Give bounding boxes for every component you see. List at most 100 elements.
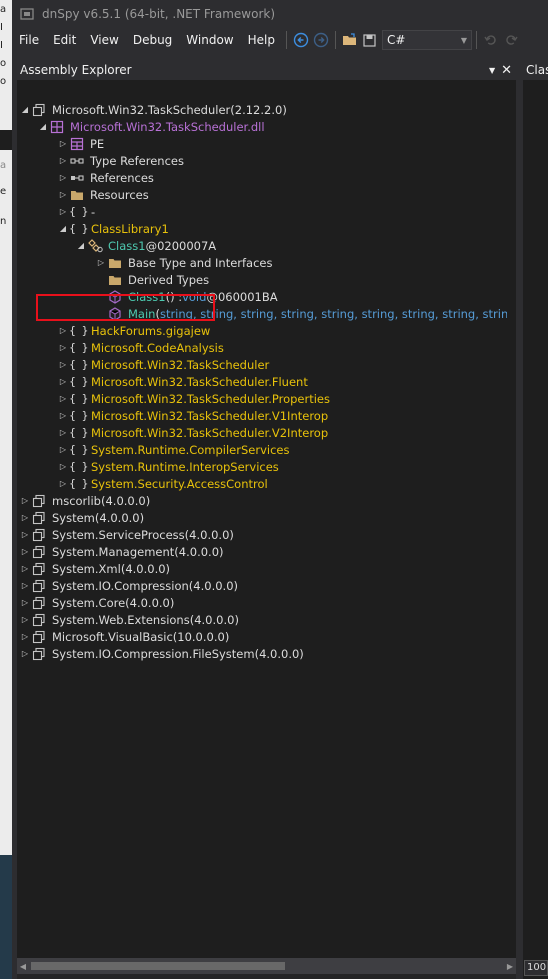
menu-edit[interactable]: Edit (46, 29, 83, 51)
assembly-explorer-title: Assembly Explorer (20, 63, 132, 77)
collapsed-arrow-icon[interactable]: ▷ (19, 560, 31, 577)
tree-node[interactable]: ▷ System (4.0.0.0) (19, 509, 144, 526)
tree-node[interactable]: ◢ Class1 @0200007A (75, 237, 216, 254)
collapsed-arrow-icon[interactable]: ▷ (19, 645, 31, 662)
vertical-scrollbar[interactable] (507, 80, 516, 958)
open-folder-icon[interactable] (340, 30, 360, 50)
language-select[interactable]: C# ▼ (381, 30, 472, 50)
scroll-right-icon[interactable]: ▶ (504, 958, 516, 974)
tree-node[interactable]: ▷ Base Type and Interfaces (95, 254, 273, 271)
tree-node[interactable]: ▷{ } Microsoft.Win32.TaskScheduler.V1Inte… (57, 407, 328, 424)
tree-node[interactable]: ◢ Microsoft.Win32.TaskScheduler.dll (37, 118, 265, 135)
redo-icon[interactable] (501, 30, 521, 50)
tree-node[interactable]: ▷ System.Management (4.0.0.0) (19, 543, 224, 560)
collapsed-arrow-icon[interactable]: ▷ (57, 169, 69, 186)
tree-node[interactable]: ▷ System.IO.Compression (4.0.0.0) (19, 577, 238, 594)
tree-node-label: Class1 (108, 238, 146, 253)
expanded-arrow-icon[interactable]: ◢ (37, 118, 49, 135)
tree-node-label: Microsoft.CodeAnalysis (91, 340, 224, 355)
collapsed-arrow-icon[interactable]: ▷ (19, 492, 31, 509)
tree-node[interactable]: ▷{ } Microsoft.Win32.TaskScheduler.Fluent (57, 373, 308, 390)
tree-node[interactable]: ▷{ } HackForums.gigajew (57, 322, 210, 339)
menu-window[interactable]: Window (179, 29, 240, 51)
collapsed-arrow-icon[interactable]: ▷ (57, 475, 69, 492)
navigate-forward-icon[interactable] (311, 30, 331, 50)
collapsed-arrow-icon[interactable]: ▷ (57, 339, 69, 356)
tab-class[interactable]: Class (523, 60, 548, 80)
collapsed-arrow-icon[interactable]: ▷ (57, 356, 69, 373)
collapsed-arrow-icon[interactable]: ▷ (19, 577, 31, 594)
undo-icon[interactable] (481, 30, 501, 50)
collapsed-arrow-icon[interactable]: ▷ (57, 152, 69, 169)
collapsed-arrow-icon[interactable]: ▷ (19, 543, 31, 560)
collapsed-arrow-icon[interactable]: ▷ (95, 254, 107, 271)
save-all-icon[interactable] (360, 30, 380, 50)
close-icon[interactable]: ✕ (501, 63, 512, 78)
collapsed-arrow-icon[interactable]: ▷ (19, 526, 31, 543)
collapsed-arrow-icon[interactable]: ▷ (19, 611, 31, 628)
tree-node[interactable]: ▷{ } System.Runtime.InteropServices (57, 458, 279, 475)
tree-node-label: Microsoft.Win32.TaskScheduler.Properties (91, 391, 330, 406)
tree-node[interactable]: ▷ PE (57, 135, 104, 152)
collapsed-arrow-icon[interactable]: ▷ (57, 186, 69, 203)
expanded-arrow-icon[interactable]: ◢ (19, 101, 31, 118)
collapsed-arrow-icon[interactable]: ▷ (57, 407, 69, 424)
assembly-icon (31, 629, 47, 645)
namespace-icon: { } (69, 426, 90, 439)
collapsed-arrow-icon[interactable]: ▷ (19, 509, 31, 526)
menu-debug[interactable]: Debug (126, 29, 179, 51)
collapsed-arrow-icon[interactable]: ▷ (57, 135, 69, 152)
tree-node[interactable]: ▷ System.Xml (4.0.0.0) (19, 560, 170, 577)
tree-node[interactable]: ▷ Resources (57, 186, 149, 203)
tree-node[interactable]: ▷{ } - (57, 203, 95, 220)
panel-menu-chevron-icon[interactable]: ▼ (489, 66, 495, 75)
zoom-level[interactable]: 100 (524, 960, 548, 976)
tree-node-label: Microsoft.Win32.TaskScheduler.V2Interop (91, 425, 329, 440)
navigate-back-icon[interactable] (291, 30, 311, 50)
folder-icon (107, 255, 123, 271)
assembly-explorer-header: Assembly Explorer ▼ ✕ (17, 60, 516, 80)
horizontal-scrollbar[interactable]: ◀ ▶ (17, 958, 516, 974)
collapsed-arrow-icon[interactable]: ▷ (57, 373, 69, 390)
collapsed-arrow-icon[interactable]: ▷ (19, 594, 31, 611)
expanded-arrow-icon[interactable]: ◢ (75, 237, 87, 254)
collapsed-arrow-icon[interactable]: ▷ (57, 322, 69, 339)
tree-node[interactable]: ▷{ } Microsoft.CodeAnalysis (57, 339, 224, 356)
tree-node[interactable]: ▷ System.Web.Extensions (4.0.0.0) (19, 611, 239, 628)
tree-node[interactable]: ▷ Microsoft.VisualBasic (10.0.0.0) (19, 628, 229, 645)
expanded-arrow-icon[interactable]: ◢ (57, 220, 69, 237)
chevron-down-icon: ▼ (460, 35, 468, 45)
tree-node[interactable]: ▷ System.Core (4.0.0.0) (19, 594, 174, 611)
tree-node[interactable]: ▷ Type References (57, 152, 184, 169)
collapsed-arrow-icon[interactable]: ▷ (57, 441, 69, 458)
tree-node[interactable]: ▷{ } System.Runtime.CompilerServices (57, 441, 290, 458)
tree-node-label: System (52, 510, 95, 525)
scrollbar-thumb[interactable] (31, 962, 285, 970)
tree-node[interactable]: ▷{ } System.Security.AccessControl (57, 475, 268, 492)
collapsed-arrow-icon[interactable]: ▷ (57, 203, 69, 220)
assembly-icon (31, 561, 47, 577)
tree-node[interactable]: ▷ mscorlib (4.0.0.0) (19, 492, 150, 509)
assembly-icon (31, 578, 47, 594)
tree-node-suffix: (4.0.0.0) (188, 578, 239, 593)
tree-node[interactable]: ▷{ } Microsoft.Win32.TaskScheduler (57, 356, 269, 373)
toolbar-separator (285, 31, 287, 49)
tree-node[interactable]: Derived Types (95, 271, 209, 288)
language-value: C# (386, 33, 406, 47)
scroll-left-icon[interactable]: ◀ (17, 958, 29, 974)
tree-node[interactable]: ◢ Microsoft.Win32.TaskScheduler (2.12.2.0… (19, 101, 287, 118)
collapsed-arrow-icon[interactable]: ▷ (57, 424, 69, 441)
tree-node[interactable]: ▷ References (57, 169, 154, 186)
collapsed-arrow-icon[interactable]: ▷ (57, 390, 69, 407)
tree-node[interactable]: ▷{ } Microsoft.Win32.TaskScheduler.Proper… (57, 390, 330, 407)
collapsed-arrow-icon[interactable]: ▷ (57, 458, 69, 475)
collapsed-arrow-icon[interactable]: ▷ (19, 628, 31, 645)
tree-node[interactable]: ▷ System.ServiceProcess (4.0.0.0) (19, 526, 234, 543)
tree-node[interactable]: ▷ System.IO.Compression.FileSystem (4.0.0… (19, 645, 304, 662)
tree-node[interactable]: ◢{ } ClassLibrary1 (57, 220, 169, 237)
tree-node[interactable]: ▷{ } Microsoft.Win32.TaskScheduler.V2Inte… (57, 424, 328, 441)
menu-file[interactable]: File (12, 29, 46, 51)
menu-help[interactable]: Help (241, 29, 282, 51)
menu-view[interactable]: View (83, 29, 125, 51)
tree-node-label: System.Core (52, 595, 126, 610)
